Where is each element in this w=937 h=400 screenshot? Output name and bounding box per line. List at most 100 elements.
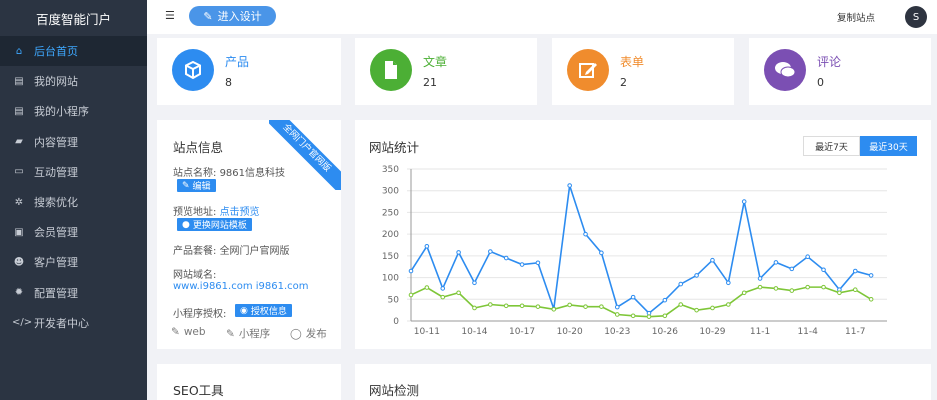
book-icon: ▰: [15, 136, 23, 148]
stat-value: 0: [817, 76, 824, 89]
change-template-tag[interactable]: ● 更换网站模板: [177, 218, 252, 231]
stat-label: 产品: [225, 55, 250, 69]
sidebar-item-0[interactable]: ⌂ 后台首页: [0, 36, 147, 67]
seo-tools-title: SEO工具: [173, 383, 224, 398]
data-point: [614, 312, 620, 317]
paw-icon: ✲: [14, 196, 24, 208]
sidebar-item-label: 搜索优化: [34, 196, 78, 210]
stat-card-products[interactable]: 产品 8: [157, 38, 341, 105]
series-line-1: [410, 286, 872, 318]
data-point: [408, 268, 414, 274]
data-point: [868, 296, 874, 302]
data-point: [726, 302, 731, 307]
y-tick-label: 250: [382, 208, 399, 218]
package-row: 产品套餐: 全网门户官网版: [173, 246, 290, 257]
data-point: [852, 268, 858, 274]
copy-site-link[interactable]: 复制站点: [837, 10, 875, 24]
sidebar-item-9[interactable]: </> 开发者中心: [0, 308, 147, 338]
stat-value: 2: [620, 76, 627, 89]
stat-label: 表单: [620, 55, 645, 69]
stat-card-forms[interactable]: 表单 2: [552, 38, 734, 105]
pencil-icon: ✎: [171, 326, 180, 338]
brand-title[interactable]: 百度智能门户: [0, 0, 147, 36]
edit-tag[interactable]: ✎ 编辑: [177, 179, 216, 192]
stat-card-comments[interactable]: 评论 0: [749, 38, 931, 105]
avatar[interactable]: S: [905, 6, 927, 28]
sidebar-item-8[interactable]: ✹ 配置管理: [0, 278, 147, 308]
pencil-icon: ✎: [203, 9, 213, 23]
sidebar-item-label: 会员管理: [34, 226, 78, 240]
sidebar: 百度智能门户 ⌂ 后台首页 ▤ 我的网站 ▤ 我的小程序 ▰ 内容管理 ▭ 互动管理 ✲ 搜索优化 ▣ 会…: [0, 0, 147, 400]
enter-design-button[interactable]: ✎ 进入设计: [189, 6, 276, 26]
data-point: [519, 262, 525, 267]
site-name-row: 站点名称: 9861信息科技: [173, 168, 286, 179]
sidebar-item-2[interactable]: ▤ 我的小程序: [0, 96, 147, 126]
edit-icon: [567, 49, 609, 91]
sidebar-item-label: 我的小程序: [34, 105, 89, 119]
data-point: [868, 273, 874, 278]
pencil-icon: ✎: [182, 180, 190, 191]
site-icon: ▤: [14, 75, 24, 87]
miniapp-label: 小程序授权:: [173, 309, 227, 320]
preview-row: 预览地址: 点击预览: [173, 207, 260, 218]
data-point: [726, 280, 731, 286]
data-point: [694, 273, 699, 278]
x-tick-label: 10-17: [509, 327, 535, 337]
publish-action[interactable]: ◯ 发布: [290, 326, 327, 341]
sidebar-item-1[interactable]: ▤ 我的网站: [0, 66, 147, 96]
sidebar-item-4[interactable]: ▭ 互动管理: [0, 157, 147, 187]
data-point: [583, 231, 588, 237]
data-point: [535, 260, 541, 266]
data-point: [821, 284, 826, 290]
hamburger-icon[interactable]: ☰: [165, 9, 175, 22]
site-stats-card: 网站统计 最近7天 最近30天 0 50 100 150 200 250 300 350 10-…: [355, 120, 931, 349]
package-ribbon: 全网门户官网版: [269, 120, 341, 190]
sidebar-item-5[interactable]: ✲ 搜索优化: [0, 187, 147, 217]
data-point: [583, 304, 588, 309]
data-point: [694, 307, 699, 313]
data-point: [805, 284, 810, 290]
x-tick-label: 10-23: [604, 327, 630, 337]
chat-icon: [764, 49, 806, 91]
miniapp-action[interactable]: ✎ 小程序: [226, 326, 270, 341]
sidebar-item-label: 内容管理: [34, 135, 78, 149]
sidebar-item-7[interactable]: ☻ 客户管理: [0, 247, 147, 277]
data-point: [440, 286, 446, 291]
data-point: [789, 266, 795, 272]
site-info-card: 全网门户官网版 站点信息 站点名称: 9861信息科技 ✎ 编辑 预览地址: 点击…: [157, 120, 341, 349]
data-point: [472, 280, 477, 286]
auth-info-tag[interactable]: ◉ 授权信息: [235, 304, 292, 317]
stat-label: 文章: [423, 55, 448, 69]
ribbon: 全网门户官网版: [269, 120, 341, 190]
x-tick-label: 10-29: [699, 327, 725, 337]
domain-links[interactable]: www.i9861.com i9861.com: [173, 281, 309, 292]
web-action[interactable]: ✎ web: [171, 326, 206, 338]
data-point: [757, 276, 763, 281]
data-point: [424, 285, 430, 290]
data-point: [456, 250, 461, 255]
x-tick-label: 10-11: [414, 327, 440, 337]
data-point: [408, 292, 414, 298]
top-bar: ☰ ✎ 进入设计 复制站点 S: [147, 0, 937, 34]
x-tick-label: 10-26: [652, 327, 678, 337]
data-point: [424, 244, 430, 249]
preview-link[interactable]: 点击预览: [220, 207, 260, 218]
site-check-title: 网站检测: [369, 383, 420, 398]
data-point: [646, 314, 652, 319]
sidebar-item-3[interactable]: ▰ 内容管理: [0, 127, 147, 157]
series-line-0: [410, 185, 872, 315]
data-point: [710, 257, 715, 263]
data-point: [488, 302, 493, 307]
data-point: [710, 305, 715, 311]
site-check-card: 网站检测: [355, 364, 931, 400]
data-point: [662, 313, 668, 319]
data-point: [757, 284, 763, 290]
sidebar-item-6[interactable]: ▣ 会员管理: [0, 217, 147, 247]
seo-tools-card: SEO工具: [157, 364, 341, 400]
data-point: [503, 255, 509, 261]
y-tick-label: 150: [382, 252, 399, 262]
data-point: [567, 302, 572, 308]
stat-card-articles[interactable]: 文章 21: [355, 38, 537, 105]
x-tick-label: 11-7: [845, 327, 865, 337]
data-point: [503, 303, 509, 309]
